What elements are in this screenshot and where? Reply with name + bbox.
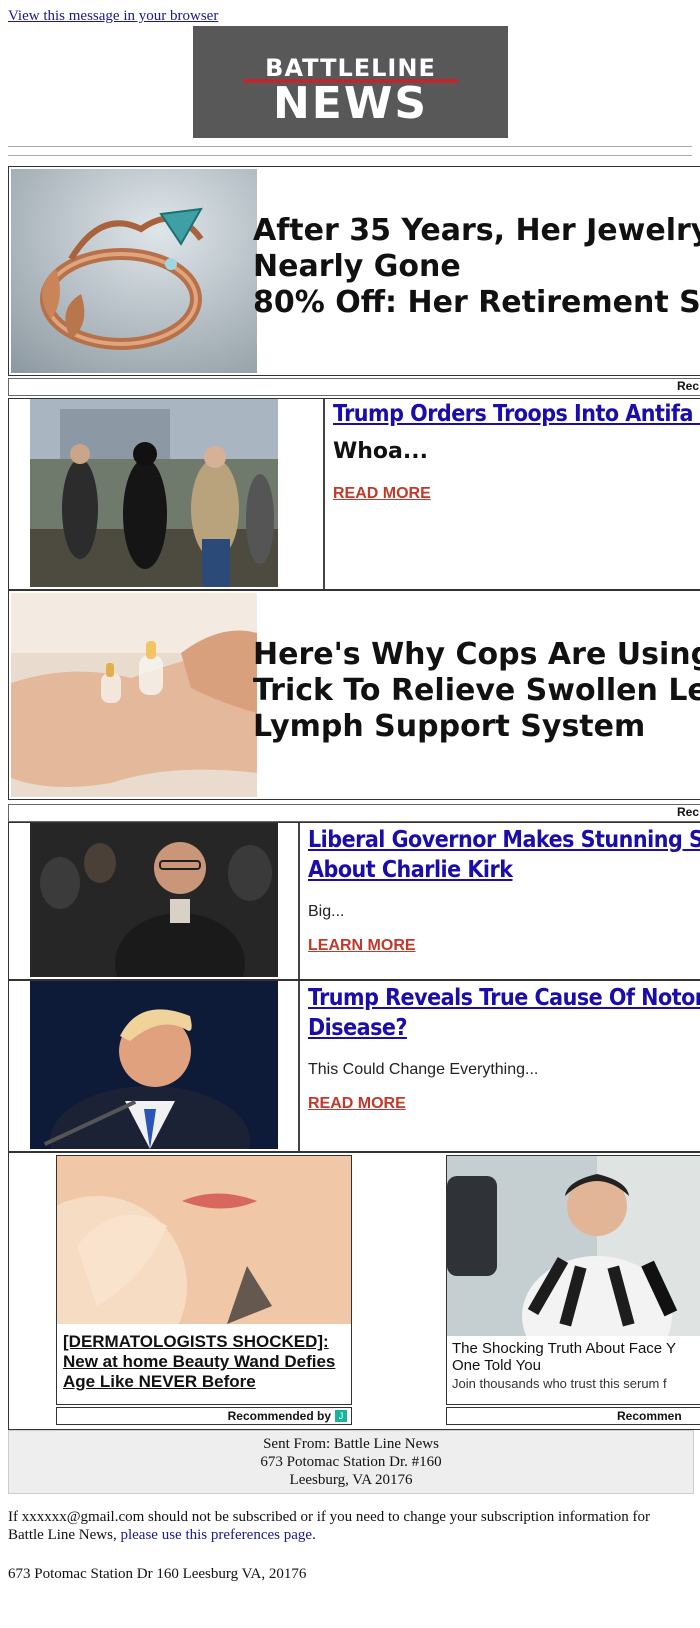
ad-swollen-legs-headline-3: Lymph Support System (253, 709, 646, 744)
sender-address-1: 673 Potomac Station Dr. #160 (260, 1454, 442, 1470)
subscription-notice-text: If xxxxxx@gmail.com should not be subscr… (8, 1509, 651, 1543)
divider-2 (8, 155, 692, 156)
ad-jewelry-headline-1: After 35 Years, Her Jewelry Is (253, 213, 700, 248)
story-antifa-subtitle: Whoa... (333, 439, 428, 464)
face-serum-caption-2[interactable]: One Told You (452, 1357, 541, 1374)
ad-jewelry-headline-2: Nearly Gone (253, 249, 461, 284)
sender-info-box: Sent From: Battle Line News 673 Potomac … (8, 1430, 694, 1494)
ad-swollen-legs-headline-1: Here's Why Cops Are Using Th (253, 637, 700, 672)
beauty-wand-caption-3[interactable]: Age Like NEVER Before (63, 1372, 256, 1392)
divider-1 (8, 146, 692, 147)
view-in-browser-link[interactable]: View this message in your browser (8, 8, 218, 25)
face-serum-subtext: Join thousands who trust this serum f (452, 1376, 667, 1391)
story-charlie-kirk-title-link-2[interactable]: About Charlie Kirk (308, 855, 513, 885)
recommended-by-label-1: Recommended by (227, 1409, 331, 1423)
story-charlie-kirk-learn-more-link[interactable]: LEARN MORE (308, 937, 416, 955)
protest-photo[interactable] (30, 399, 278, 587)
beauty-wand-image (57, 1156, 351, 1324)
story-charlie-kirk-subtitle: Big... (308, 903, 345, 920)
ad-jewelry-headline-3: 80% Off: Her Retirement Sale (253, 285, 700, 320)
subscription-notice-end: . (312, 1527, 316, 1543)
preferences-page-link[interactable]: please use this preferences page (120, 1527, 312, 1543)
story-notorious-disease-read-more-link[interactable]: READ MORE (308, 1095, 406, 1113)
logo-wordmark-bottom: NEWS (272, 78, 429, 129)
rec-card-beauty-wand[interactable]: [DERMATOLOGISTS SHOCKED]: New at home Be… (56, 1155, 352, 1405)
story-notorious-disease-separator (298, 981, 300, 1151)
recommended-strip-2-label: Rec (676, 805, 699, 819)
trump-photo[interactable] (30, 981, 278, 1149)
story-antifa-title-link[interactable]: Trump Orders Troops Into Antifa 'War (333, 399, 700, 429)
cupping-leg-image (11, 593, 257, 797)
ad-jewelry[interactable]: After 35 Years, Her Jewelry Is Nearly Go… (8, 166, 700, 376)
sender-address-2: Leesburg, VA 20176 (289, 1472, 413, 1488)
story-charlie-kirk[interactable]: Liberal Governor Makes Stunning Staten A… (8, 822, 700, 980)
rec-card-face-serum-footer[interactable]: Recommen (446, 1407, 700, 1425)
battleline-news-logo[interactable]: BATTLELINE NEWS (193, 26, 508, 138)
story-charlie-kirk-title-link-1[interactable]: Liberal Governor Makes Stunning Staten (308, 825, 700, 855)
doctor-press-image (447, 1156, 700, 1336)
story-antifa-separator (323, 399, 325, 589)
face-serum-caption-1[interactable]: The Shocking Truth About Face Y (452, 1340, 676, 1357)
ring-image (11, 169, 257, 373)
story-notorious-disease-subtitle: This Could Change Everything... (308, 1061, 539, 1078)
story-antifa-read-more-link[interactable]: READ MORE (333, 485, 431, 503)
sent-from: Sent From: Battle Line News (263, 1436, 439, 1452)
recommended-strip-1-label: Rec (676, 379, 699, 393)
subscription-notice: If xxxxxx@gmail.com should not be subscr… (8, 1508, 688, 1544)
story-notorious-disease[interactable]: Trump Reveals True Cause Of Notorious Di… (8, 980, 700, 1152)
footer-address: 673 Potomac Station Dr 160 Leesburg VA, … (8, 1566, 307, 1582)
ad-swollen-legs[interactable]: Here's Why Cops Are Using Th Trick To Re… (8, 590, 700, 800)
recommender-logo-icon: J (335, 1410, 347, 1422)
rec-card-beauty-wand-footer[interactable]: Recommended by J (56, 1407, 352, 1425)
recommended-by-label-2: Recommen (617, 1409, 682, 1423)
recommendation-row: [DERMATOLOGISTS SHOCKED]: New at home Be… (8, 1152, 700, 1430)
story-notorious-disease-title-link-2[interactable]: Disease? (308, 1013, 407, 1043)
beauty-wand-caption-2[interactable]: New at home Beauty Wand Defies (63, 1352, 335, 1372)
story-notorious-disease-title-link-1[interactable]: Trump Reveals True Cause Of Notorious (308, 983, 700, 1013)
beauty-wand-caption-1[interactable]: [DERMATOLOGISTS SHOCKED]: (63, 1332, 329, 1352)
story-charlie-kirk-separator (298, 823, 300, 979)
ad-swollen-legs-headline-2: Trick To Relieve Swollen Legs (253, 673, 700, 708)
recommended-strip-1[interactable]: Rec (8, 378, 700, 396)
rec-card-face-serum[interactable]: The Shocking Truth About Face Y One Told… (446, 1155, 700, 1405)
governor-photo[interactable] (30, 823, 278, 977)
recommended-strip-2[interactable]: Rec (8, 804, 700, 822)
story-antifa[interactable]: Trump Orders Troops Into Antifa 'War Who… (8, 398, 700, 590)
